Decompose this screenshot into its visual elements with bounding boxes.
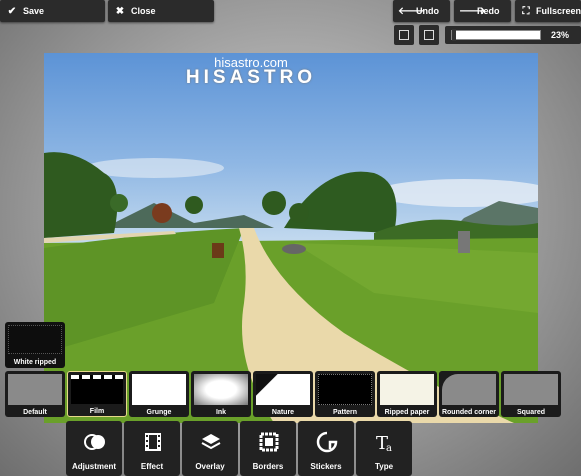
preset-preview bbox=[504, 374, 558, 405]
tool-label: Stickers bbox=[310, 462, 342, 471]
white-ripped-texture bbox=[8, 325, 62, 354]
preset-preview bbox=[8, 374, 62, 405]
tool-effect[interactable]: Effect bbox=[124, 421, 180, 476]
selected-border-preview[interactable]: White ripped bbox=[5, 322, 65, 368]
tool-borders[interactable]: Borders bbox=[240, 421, 296, 476]
preset-ink[interactable]: Ink bbox=[191, 371, 251, 417]
preset-preview bbox=[442, 374, 496, 405]
save-button[interactable]: ✔ Save bbox=[0, 0, 105, 22]
text-type-icon: T a bbox=[376, 433, 392, 453]
preset-label: Rounded corner bbox=[441, 409, 497, 416]
tool-overlay[interactable]: Overlay bbox=[182, 421, 238, 476]
sticker-icon bbox=[316, 431, 338, 453]
preset-preview bbox=[194, 374, 248, 405]
preset-label: Squared bbox=[516, 409, 545, 416]
preset-squared[interactable]: Squared bbox=[501, 371, 561, 417]
undo-button[interactable]: 🡐 Undo bbox=[393, 0, 450, 22]
preset-grunge[interactable]: Grunge bbox=[129, 371, 189, 417]
tool-label: Borders bbox=[252, 462, 284, 471]
zoom-value: 23% bbox=[550, 30, 569, 40]
tool-label: Effect bbox=[140, 462, 164, 471]
preset-preview bbox=[256, 374, 310, 405]
zoom-track[interactable] bbox=[451, 29, 541, 41]
redo-label: Redo bbox=[477, 6, 500, 16]
preset-rounded-corner[interactable]: Rounded corner bbox=[439, 371, 499, 417]
preset-preview bbox=[318, 374, 372, 405]
undo-label: Undo bbox=[416, 6, 439, 16]
preset-label: Default bbox=[23, 409, 47, 416]
tool-label: Type bbox=[374, 462, 394, 471]
fullscreen-button[interactable]: ⛶ Fullscreen bbox=[515, 0, 581, 22]
preset-label: Ink bbox=[215, 409, 227, 416]
photo-image bbox=[44, 152, 538, 423]
preset-ripped-paper[interactable]: Ripped paper bbox=[377, 371, 437, 417]
preset-label: Pattern bbox=[332, 409, 358, 416]
save-label: Save bbox=[23, 6, 45, 16]
tool-adjustment[interactable]: Adjustment bbox=[66, 421, 122, 476]
svg-text:a: a bbox=[386, 443, 392, 453]
preset-pattern[interactable]: Pattern bbox=[315, 371, 375, 417]
preset-nature[interactable]: Nature bbox=[253, 371, 313, 417]
watermark-logo: HISASTRO bbox=[185, 67, 317, 88]
preset-label: Nature bbox=[271, 409, 295, 416]
preset-preview bbox=[380, 374, 434, 405]
adjustment-icon bbox=[84, 434, 105, 450]
preset-preview bbox=[132, 374, 186, 405]
fullscreen-label: Fullscreen bbox=[535, 6, 581, 16]
tool-label: Overlay bbox=[195, 462, 225, 471]
checkmark-icon: ✔ bbox=[7, 5, 17, 17]
zoom-actual-button[interactable] bbox=[419, 25, 439, 45]
tool-label: Adjustment bbox=[72, 462, 116, 471]
preset-preview bbox=[71, 375, 123, 404]
zoom-fit-button[interactable] bbox=[394, 25, 414, 45]
preset-label: Grunge bbox=[146, 409, 172, 416]
preset-label: Ripped paper bbox=[384, 409, 430, 416]
tool-type[interactable]: T a Type bbox=[356, 421, 412, 476]
border-frame-icon bbox=[259, 432, 279, 452]
shrink-icon bbox=[399, 30, 409, 40]
zoom-slider[interactable]: 23% bbox=[445, 26, 581, 44]
redo-button[interactable]: 🡒 Redo bbox=[454, 0, 511, 22]
close-button[interactable]: ✖ Close bbox=[108, 0, 214, 22]
film-icon bbox=[145, 433, 161, 451]
close-label: Close bbox=[131, 6, 156, 16]
tool-stickers[interactable]: Stickers bbox=[298, 421, 354, 476]
photo-canvas[interactable]: hisastro.com HISASTRO bbox=[44, 53, 538, 423]
expand-icon: ⛶ bbox=[522, 5, 530, 17]
arrow-left-icon: 🡐 bbox=[398, 6, 425, 17]
zoom-handle[interactable] bbox=[452, 29, 456, 41]
preset-label: Film bbox=[89, 408, 105, 415]
arrow-right-icon: 🡒 bbox=[459, 6, 486, 17]
preset-default[interactable]: Default bbox=[5, 371, 65, 417]
layers-icon bbox=[201, 434, 221, 450]
preset-film[interactable]: Film bbox=[67, 371, 127, 417]
close-icon: ✖ bbox=[115, 5, 125, 17]
expand-icon bbox=[424, 30, 434, 40]
selected-border-label: White ripped bbox=[13, 359, 57, 366]
